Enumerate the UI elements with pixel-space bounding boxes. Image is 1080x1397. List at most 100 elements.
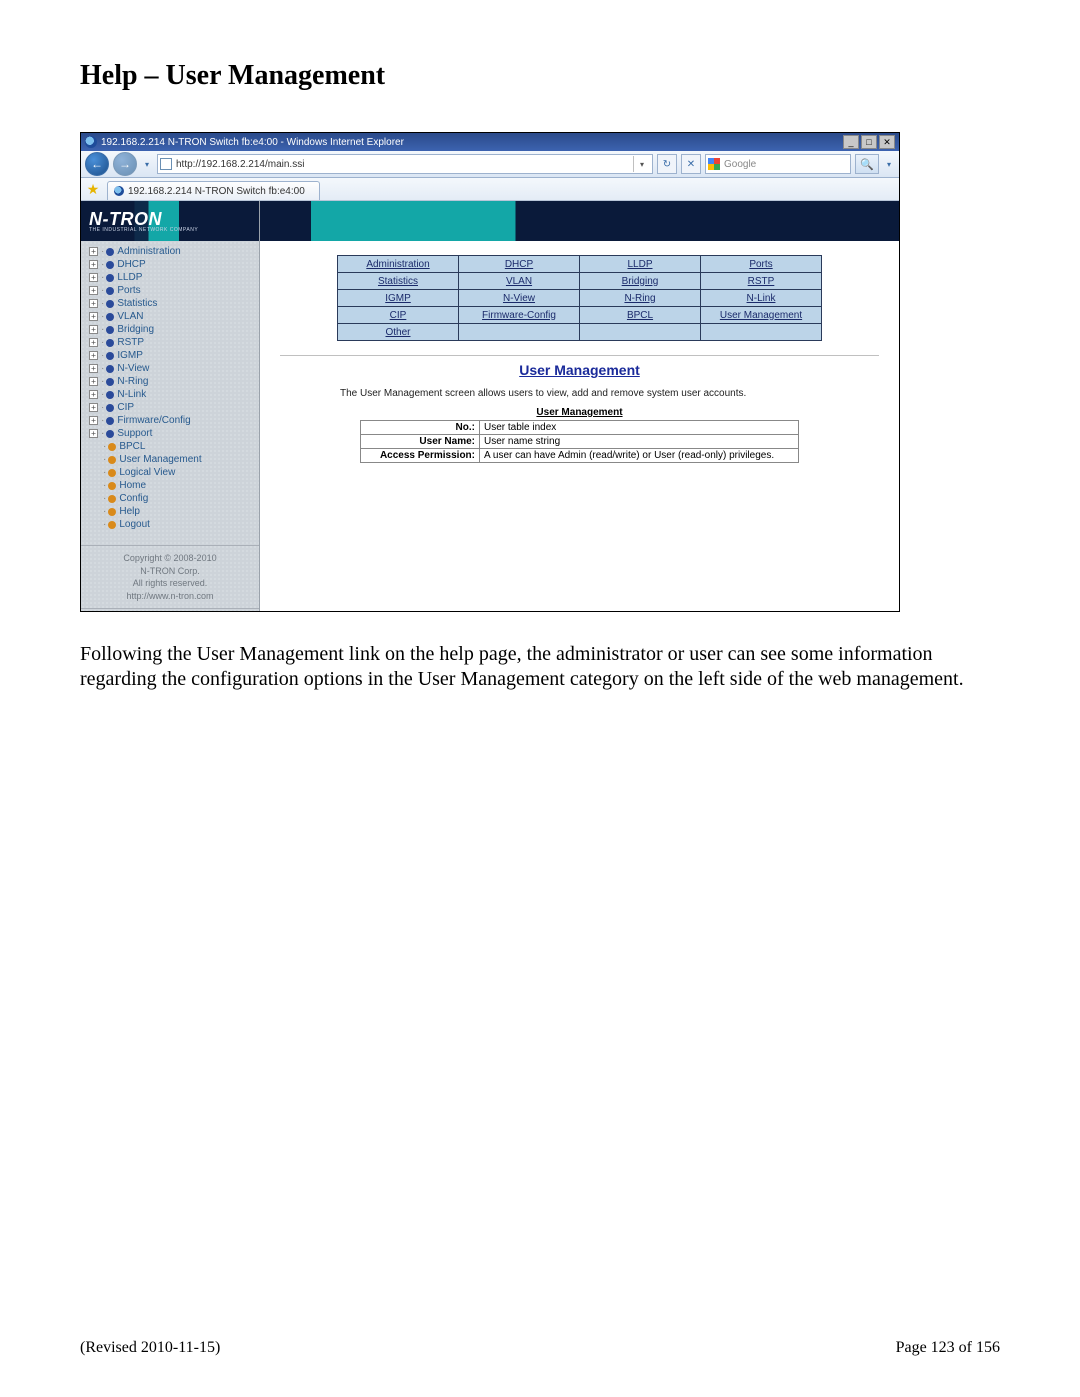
help-link[interactable]: RSTP — [748, 276, 775, 287]
expand-icon[interactable]: + — [89, 273, 98, 282]
nav-item-config[interactable]: ·Config — [89, 492, 259, 505]
nav-link[interactable]: DHCP — [117, 259, 145, 270]
help-link[interactable]: CIP — [390, 310, 407, 321]
nav-link[interactable]: IGMP — [117, 350, 143, 361]
nav-item-n-link[interactable]: +·N-Link — [89, 388, 259, 401]
help-link[interactable]: N-Ring — [624, 293, 655, 304]
expand-icon[interactable]: + — [89, 364, 98, 373]
help-link[interactable]: Ports — [749, 259, 772, 270]
browser-tab[interactable]: 192.168.2.214 N-TRON Switch fb:e4:00 — [107, 181, 320, 200]
favorites-icon[interactable]: ★ — [85, 181, 101, 197]
nav-link[interactable]: Help — [119, 506, 140, 517]
help-link-cell[interactable]: IGMP — [338, 290, 459, 307]
nav-item-firmware-config[interactable]: +·Firmware/Config — [89, 414, 259, 427]
help-link-cell[interactable]: Other — [338, 324, 459, 341]
nav-link[interactable]: Home — [119, 480, 146, 491]
expand-icon[interactable]: + — [89, 299, 98, 308]
nav-item-administration[interactable]: +·Administration — [89, 245, 259, 258]
help-link[interactable]: Bridging — [622, 276, 659, 287]
close-window-button[interactable]: ✕ — [879, 135, 895, 149]
help-link-cell[interactable]: Firmware-Config — [459, 307, 580, 324]
address-bar[interactable]: http://192.168.2.214/main.ssi ▾ — [157, 154, 653, 174]
nav-link[interactable]: Logout — [119, 519, 150, 530]
help-link-cell[interactable]: N-Link — [701, 290, 822, 307]
expand-icon[interactable]: + — [89, 312, 98, 321]
expand-icon[interactable]: + — [89, 338, 98, 347]
expand-icon[interactable]: + — [89, 377, 98, 386]
nav-link[interactable]: N-View — [117, 363, 149, 374]
expand-icon[interactable]: + — [89, 429, 98, 438]
help-link-cell[interactable]: Administration — [338, 256, 459, 273]
nav-link[interactable]: Administration — [117, 246, 180, 257]
nav-link[interactable]: Support — [117, 428, 152, 439]
help-link-cell[interactable]: Ports — [701, 256, 822, 273]
help-link-cell[interactable]: User Management — [701, 307, 822, 324]
nav-item-n-ring[interactable]: +·N-Ring — [89, 375, 259, 388]
maximize-button[interactable]: □ — [861, 135, 877, 149]
nav-item-cip[interactable]: +·CIP — [89, 401, 259, 414]
nav-item-logout[interactable]: ·Logout — [89, 518, 259, 531]
expand-icon[interactable]: + — [89, 416, 98, 425]
nav-item-user-management[interactable]: ·User Management — [89, 453, 259, 466]
expand-icon[interactable]: + — [89, 286, 98, 295]
help-link[interactable]: Statistics — [378, 276, 418, 287]
user-management-title-link[interactable]: User Management — [519, 362, 640, 378]
nav-item-support[interactable]: +·Support — [89, 427, 259, 440]
expand-icon[interactable]: + — [89, 403, 98, 412]
nav-link[interactable]: User Management — [119, 454, 201, 465]
minimize-button[interactable]: _ — [843, 135, 859, 149]
nav-link[interactable]: Config — [119, 493, 148, 504]
help-link-cell[interactable]: N-View — [459, 290, 580, 307]
help-link[interactable]: Administration — [366, 259, 429, 270]
nav-item-lldp[interactable]: +·LLDP — [89, 271, 259, 284]
help-link[interactable]: IGMP — [385, 293, 411, 304]
nav-link[interactable]: CIP — [117, 402, 134, 413]
expand-icon[interactable]: + — [89, 325, 98, 334]
help-link[interactable]: User Management — [720, 310, 802, 321]
search-dropdown[interactable]: ▾ — [883, 154, 895, 174]
nav-item-rstp[interactable]: +·RSTP — [89, 336, 259, 349]
nav-link[interactable]: Firmware/Config — [117, 415, 190, 426]
nav-link[interactable]: Logical View — [119, 467, 175, 478]
nav-item-vlan[interactable]: +·VLAN — [89, 310, 259, 323]
stop-button[interactable]: ✕ — [681, 154, 701, 174]
nav-link[interactable]: VLAN — [117, 311, 143, 322]
nav-item-n-view[interactable]: +·N-View — [89, 362, 259, 375]
nav-link[interactable]: Statistics — [117, 298, 157, 309]
nav-item-statistics[interactable]: +·Statistics — [89, 297, 259, 310]
help-link[interactable]: N-View — [503, 293, 535, 304]
help-link-cell[interactable]: Bridging — [580, 273, 701, 290]
nav-item-home[interactable]: ·Home — [89, 479, 259, 492]
nav-link[interactable]: RSTP — [117, 337, 144, 348]
help-link-cell[interactable]: Statistics — [338, 273, 459, 290]
help-link[interactable]: N-Link — [747, 293, 776, 304]
nav-link[interactable]: N-Link — [117, 389, 146, 400]
expand-icon[interactable]: + — [89, 247, 98, 256]
expand-icon[interactable]: + — [89, 390, 98, 399]
nav-link[interactable]: N-Ring — [117, 376, 148, 387]
help-link[interactable]: Other — [385, 327, 410, 338]
nav-item-logical-view[interactable]: ·Logical View — [89, 466, 259, 479]
nav-link[interactable]: Bridging — [117, 324, 154, 335]
help-link[interactable]: Firmware-Config — [482, 310, 556, 321]
nav-item-ports[interactable]: +·Ports — [89, 284, 259, 297]
forward-button[interactable]: → — [113, 152, 137, 176]
nav-item-help[interactable]: ·Help — [89, 505, 259, 518]
help-link-cell[interactable]: DHCP — [459, 256, 580, 273]
nav-history-dropdown[interactable]: ▾ — [141, 154, 153, 174]
address-dropdown[interactable]: ▾ — [633, 156, 650, 172]
refresh-button[interactable]: ↻ — [657, 154, 677, 174]
search-box[interactable]: Google — [705, 154, 851, 174]
help-link[interactable]: BPCL — [627, 310, 653, 321]
help-link[interactable]: DHCP — [505, 259, 533, 270]
nav-item-igmp[interactable]: +·IGMP — [89, 349, 259, 362]
help-link-cell[interactable]: RSTP — [701, 273, 822, 290]
back-button[interactable]: ← — [85, 152, 109, 176]
help-link-cell[interactable]: N-Ring — [580, 290, 701, 307]
help-link[interactable]: VLAN — [506, 276, 532, 287]
nav-item-dhcp[interactable]: +·DHCP — [89, 258, 259, 271]
nav-link[interactable]: LLDP — [117, 272, 142, 283]
help-link-cell[interactable]: CIP — [338, 307, 459, 324]
help-link-cell[interactable]: LLDP — [580, 256, 701, 273]
expand-icon[interactable]: + — [89, 351, 98, 360]
